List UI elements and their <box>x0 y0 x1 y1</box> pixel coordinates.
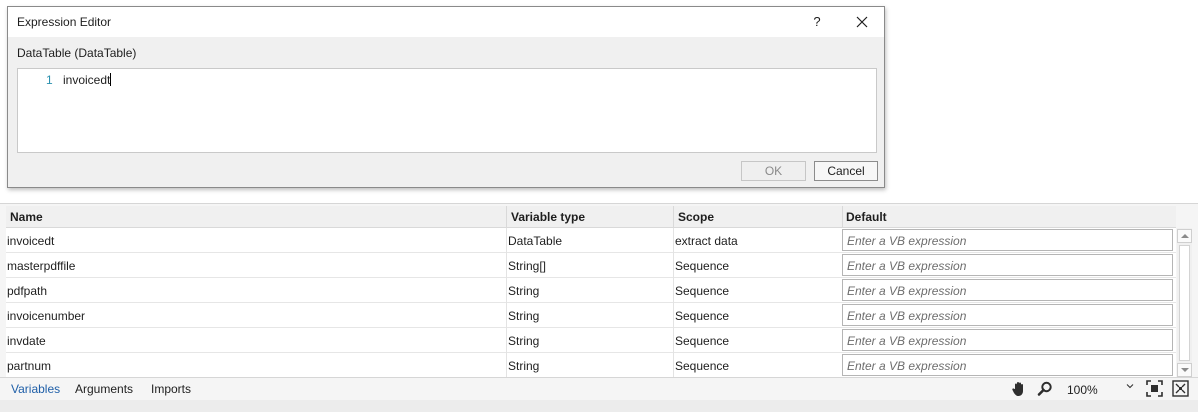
tab-arguments[interactable]: Arguments <box>75 382 133 396</box>
expression-type-label: DataTable (DataTable) <box>17 46 137 60</box>
variable-name[interactable]: partnum <box>7 359 51 373</box>
scroll-down-arrow-icon[interactable] <box>1177 363 1192 377</box>
default-placeholder: Enter a VB expression <box>847 334 967 348</box>
variable-scope[interactable]: Sequence <box>675 359 729 373</box>
default-value-input[interactable]: Enter a VB expression <box>842 304 1173 326</box>
variable-name[interactable]: invoicenumber <box>7 309 85 323</box>
variables-panel: Name Variable type Scope Default invoice… <box>0 203 1198 412</box>
variable-name[interactable]: invdate <box>7 334 46 348</box>
variable-scope[interactable]: Sequence <box>675 334 729 348</box>
default-value-input[interactable]: Enter a VB expression <box>842 254 1173 276</box>
variable-type[interactable]: DataTable <box>508 234 562 248</box>
variable-type[interactable]: String <box>508 334 539 348</box>
expression-editor-dialog: Expression Editor ? DataTable (DataTable… <box>7 6 885 188</box>
variable-type[interactable]: String[] <box>508 259 546 273</box>
help-button[interactable]: ? <box>807 12 827 32</box>
table-row[interactable]: partnum String Sequence Enter a VB expre… <box>6 353 1176 378</box>
fit-to-screen-icon[interactable] <box>1146 380 1163 397</box>
text-caret <box>110 73 112 86</box>
default-placeholder: Enter a VB expression <box>847 359 967 373</box>
default-placeholder: Enter a VB expression <box>847 259 967 273</box>
line-number: 1 <box>46 73 53 87</box>
close-icon <box>856 16 868 28</box>
cell-divider <box>673 228 674 253</box>
variable-scope[interactable]: Sequence <box>675 284 729 298</box>
variable-scope[interactable]: Sequence <box>675 259 729 273</box>
default-value-input[interactable]: Enter a VB expression <box>842 354 1173 376</box>
dialog-titlebar: Expression Editor ? <box>8 7 884 37</box>
column-divider[interactable] <box>506 206 507 227</box>
variables-grid: Name Variable type Scope Default invoice… <box>6 206 1176 378</box>
overview-icon[interactable] <box>1172 380 1189 397</box>
panel-bottom-strip <box>0 400 1198 412</box>
cell-divider <box>506 253 507 278</box>
table-row[interactable]: invdate String Sequence Enter a VB expre… <box>6 328 1176 353</box>
column-divider[interactable] <box>842 206 843 227</box>
designer-bottom-bar: Variables Arguments Imports 100% <box>0 377 1198 400</box>
scroll-up-arrow-icon[interactable] <box>1177 229 1192 243</box>
variable-name[interactable]: pdfpath <box>7 284 47 298</box>
default-value-input[interactable]: Enter a VB expression <box>842 329 1173 351</box>
variable-scope[interactable]: extract data <box>675 234 738 248</box>
variable-type[interactable]: String <box>508 359 539 373</box>
cell-divider <box>673 353 674 378</box>
table-row[interactable]: invoicedt DataTable extract data Enter a… <box>6 228 1176 253</box>
ok-button[interactable]: OK <box>741 161 806 181</box>
tab-variables[interactable]: Variables <box>11 382 60 396</box>
variable-name[interactable]: masterpdffile <box>7 259 75 273</box>
zoom-level-select[interactable]: 100% <box>1062 379 1138 398</box>
cell-divider <box>506 303 507 328</box>
close-button[interactable] <box>851 12 873 32</box>
column-header-default[interactable]: Default <box>846 210 887 224</box>
default-value-input[interactable]: Enter a VB expression <box>842 279 1173 301</box>
default-placeholder: Enter a VB expression <box>847 309 967 323</box>
default-placeholder: Enter a VB expression <box>847 284 967 298</box>
column-header-type[interactable]: Variable type <box>511 210 585 224</box>
variable-scope[interactable]: Sequence <box>675 309 729 323</box>
chevron-down-icon <box>1126 382 1134 393</box>
table-row[interactable]: invoicenumber String Sequence Enter a VB… <box>6 303 1176 328</box>
cell-divider <box>506 228 507 253</box>
expression-editor-input[interactable]: 1 invoicedt <box>17 68 877 153</box>
cell-divider <box>506 353 507 378</box>
cell-divider <box>673 253 674 278</box>
zoom-icon[interactable] <box>1036 380 1054 398</box>
cell-divider <box>673 278 674 303</box>
scroll-thumb[interactable] <box>1179 245 1190 361</box>
variable-type[interactable]: String <box>508 284 539 298</box>
hand-icon[interactable] <box>1010 380 1028 398</box>
column-header-name[interactable]: Name <box>10 210 43 224</box>
zoom-level-value: 100% <box>1067 383 1098 397</box>
default-value-input[interactable]: Enter a VB expression <box>842 229 1173 251</box>
cell-divider <box>673 303 674 328</box>
dialog-title: Expression Editor <box>17 15 112 29</box>
cell-divider <box>506 278 507 303</box>
cancel-button[interactable]: Cancel <box>814 161 878 181</box>
vertical-scrollbar[interactable] <box>1177 228 1192 377</box>
expression-code[interactable]: invoicedt <box>63 73 112 87</box>
variable-type[interactable]: String <box>508 309 539 323</box>
default-placeholder: Enter a VB expression <box>847 234 967 248</box>
variable-name[interactable]: invoicedt <box>7 234 54 248</box>
table-row[interactable]: pdfpath String Sequence Enter a VB expre… <box>6 278 1176 303</box>
column-header-scope[interactable]: Scope <box>678 210 714 224</box>
tab-imports[interactable]: Imports <box>151 382 191 396</box>
table-row[interactable]: masterpdffile String[] Sequence Enter a … <box>6 253 1176 278</box>
grid-header: Name Variable type Scope Default <box>6 206 1176 228</box>
cell-divider <box>673 328 674 353</box>
cell-divider <box>506 328 507 353</box>
column-divider[interactable] <box>673 206 674 227</box>
